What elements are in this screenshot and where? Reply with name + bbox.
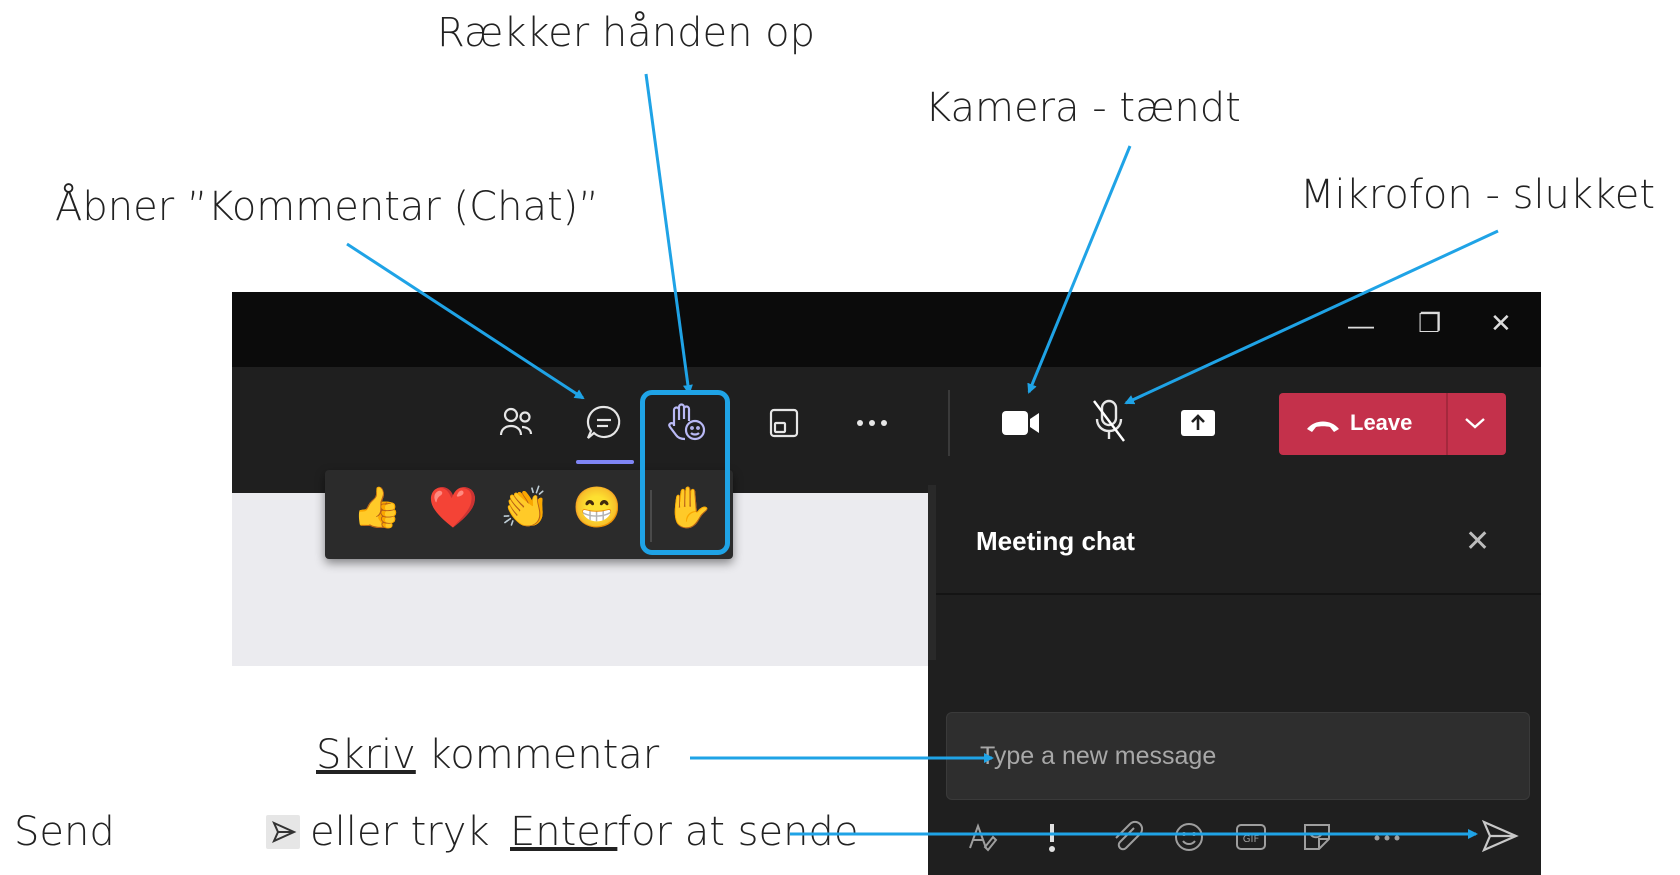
arrow-mic [1124, 229, 1499, 405]
arrow-raise-hand [644, 73, 693, 395]
arrow-chat [346, 242, 585, 400]
annotation-arrows [346, 73, 1499, 839]
arrow-camera [1027, 145, 1132, 394]
